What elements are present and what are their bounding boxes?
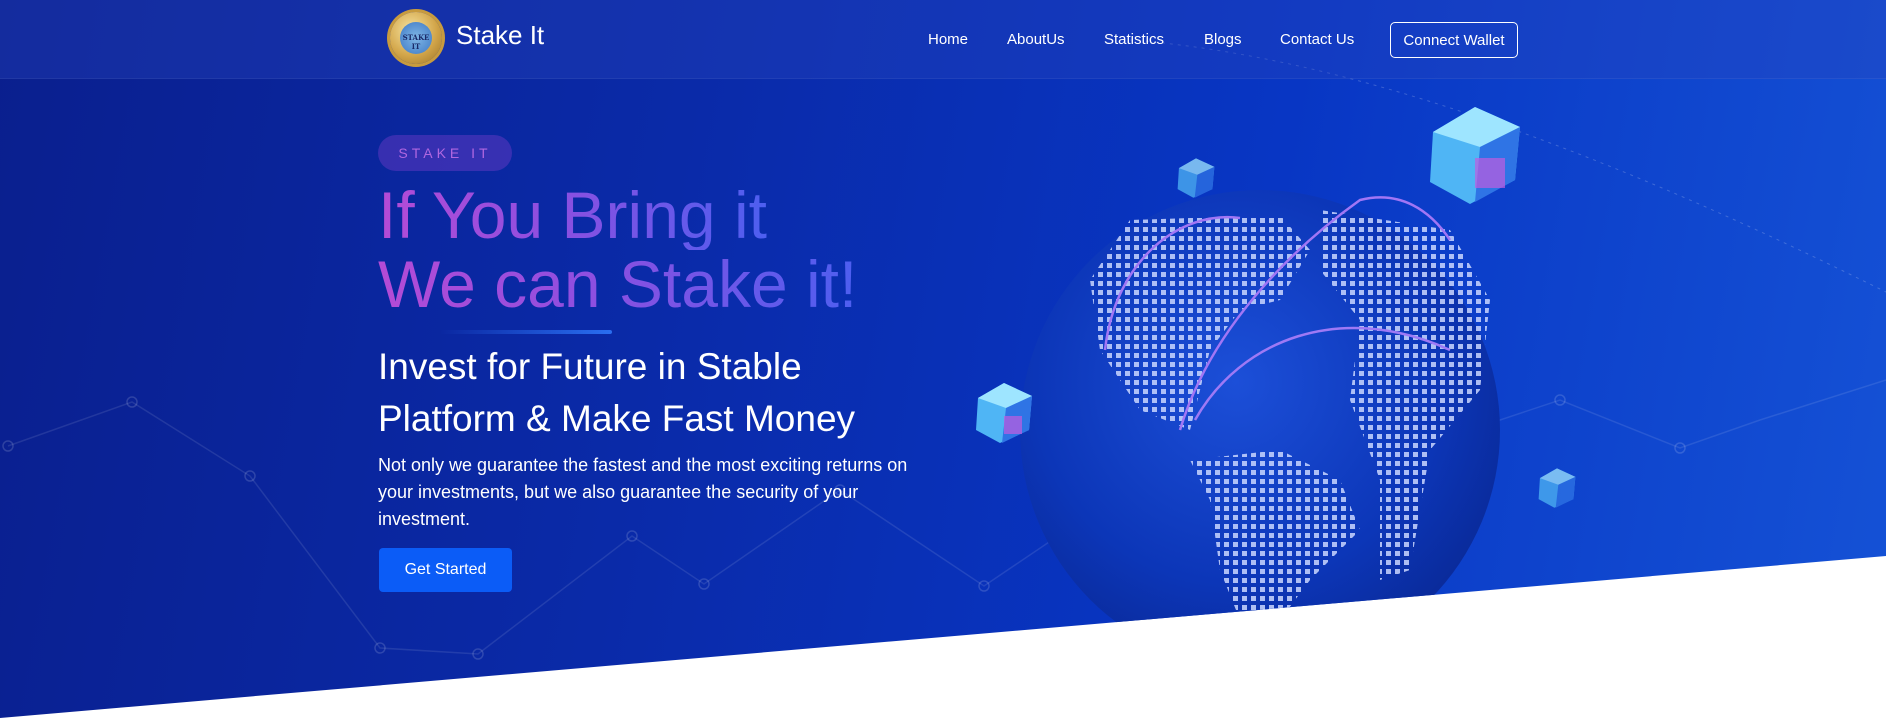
logo-badge-text: STAKE IT bbox=[402, 33, 430, 51]
headline-underline bbox=[440, 330, 612, 334]
brand-name[interactable]: Stake It bbox=[456, 20, 544, 51]
hero-subheading-line1: Invest for Future in Stable bbox=[378, 346, 802, 387]
logo-badge-inner: STAKE IT bbox=[400, 22, 432, 54]
crypto-cube-icon bbox=[1430, 107, 1520, 204]
top-navbar: STAKE IT Stake It Home AboutUs Statistic… bbox=[0, 0, 1886, 79]
connect-wallet-button[interactable]: Connect Wallet bbox=[1390, 22, 1518, 58]
nav-aboutus[interactable]: AboutUs bbox=[1007, 31, 1065, 48]
crypto-cube-icon bbox=[1538, 468, 1576, 508]
hero-section: STAKE IT Stake It Home AboutUs Statistic… bbox=[0, 0, 1886, 718]
logo-badge-icon[interactable]: STAKE IT bbox=[390, 12, 442, 64]
background-line-chart bbox=[2, 39, 1886, 660]
get-started-button[interactable]: Get Started bbox=[379, 548, 512, 592]
crypto-cube-icon bbox=[976, 383, 1032, 443]
nav-statistics[interactable]: Statistics bbox=[1104, 31, 1164, 48]
hero-headline-line2: We can Stake it! bbox=[378, 247, 858, 321]
hero-tag-pill: STAKE IT bbox=[378, 135, 512, 171]
nav-home[interactable]: Home bbox=[928, 31, 968, 48]
crypto-cube-icon bbox=[1177, 158, 1215, 198]
nav-blogs[interactable]: Blogs bbox=[1204, 31, 1242, 48]
hero-headline-line1: If You Bring it bbox=[378, 178, 767, 252]
nav-contact-us[interactable]: Contact Us bbox=[1280, 31, 1354, 48]
hero-description: Not only we guarantee the fastest and th… bbox=[378, 455, 908, 529]
hero-subheading-line2: Platform & Make Fast Money bbox=[378, 398, 856, 439]
